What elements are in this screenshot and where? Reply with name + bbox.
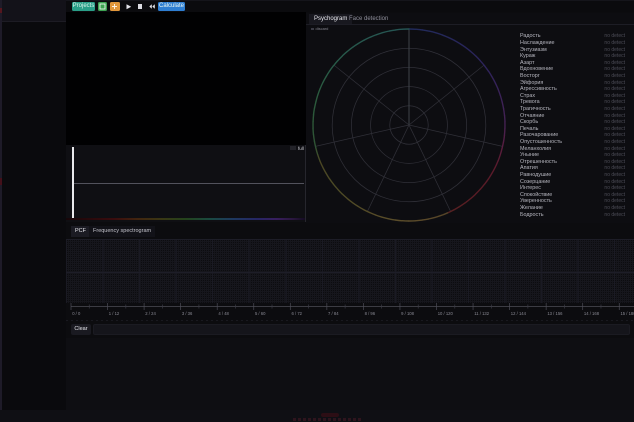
svg-text:9 / 108: 9 / 108 <box>401 311 414 316</box>
svg-text:0 / 0: 0 / 0 <box>72 311 81 316</box>
svg-text:15 / 180: 15 / 180 <box>620 311 634 316</box>
svg-text:1 / 12: 1 / 12 <box>109 311 120 316</box>
svg-text:2 / 24: 2 / 24 <box>145 311 156 316</box>
svg-text:11 / 132: 11 / 132 <box>474 311 489 316</box>
svg-text:13 / 156: 13 / 156 <box>547 311 563 316</box>
svg-text:4 / 48: 4 / 48 <box>218 311 229 316</box>
svg-text:5 / 60: 5 / 60 <box>255 311 266 316</box>
svg-text:10 / 120: 10 / 120 <box>438 311 454 316</box>
svg-text:14 / 168: 14 / 168 <box>584 311 600 316</box>
svg-text:3 / 36: 3 / 36 <box>182 311 193 316</box>
svg-text:6 / 72: 6 / 72 <box>292 311 303 316</box>
svg-text:7 / 84: 7 / 84 <box>328 311 339 316</box>
svg-text:12 / 144: 12 / 144 <box>511 311 527 316</box>
svg-text:8 / 96: 8 / 96 <box>365 311 376 316</box>
